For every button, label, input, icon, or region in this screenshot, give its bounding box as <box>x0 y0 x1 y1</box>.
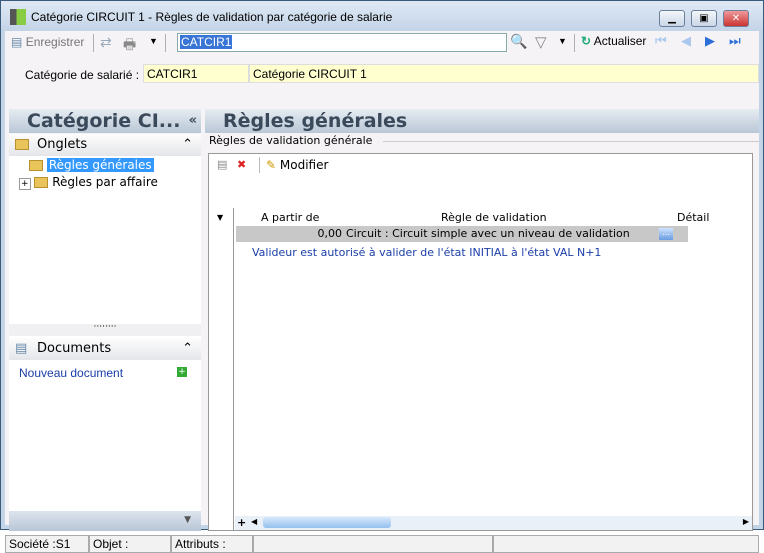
status-panel <box>493 535 759 553</box>
category-label: Catégorie de salarié : <box>25 68 140 82</box>
separator <box>93 34 94 52</box>
sidebar: Onglets ⌃ Règles générales + Règles par a… <box>9 134 201 531</box>
expand-icon[interactable]: + <box>19 178 31 190</box>
sidebar-title-text: Catégorie CI... <box>27 110 181 132</box>
cell-rule: Circuit : Circuit simple avec un niveau … <box>346 227 630 240</box>
group-label: Règles de validation générale <box>209 134 373 147</box>
refresh-label: Actualiser <box>593 34 647 48</box>
separator <box>165 34 166 52</box>
save-icon: ▤ <box>11 35 23 49</box>
tree-item-regles-generales[interactable]: Règles générales <box>29 158 154 172</box>
add-document-icon[interactable]: + <box>177 367 187 377</box>
row-detail-text: Valideur est autorisé à valider de l'éta… <box>252 246 602 259</box>
filter-dropdown-icon[interactable]: ▼ <box>558 36 567 46</box>
status-object: Objet : <box>89 535 171 553</box>
save-label: Enregistrer <box>25 35 85 49</box>
toolbar: ▤ Enregistrer ⇄ 🖶 ▼ CATCIR1 🔍 ▽ ▼ ↻ Actu… <box>5 31 759 55</box>
sidebar-title: Catégorie CI... « <box>9 109 201 133</box>
onglets-header[interactable]: Onglets ⌃ <box>9 134 201 156</box>
column-header-detail[interactable]: Détail <box>677 211 709 224</box>
documents-label: Documents <box>37 341 112 356</box>
status-attributes: Attributs : <box>171 535 253 553</box>
search-icon[interactable]: 🔍 <box>510 33 527 50</box>
status-company: Société :S1 <box>5 535 89 553</box>
category-name-field[interactable]: Catégorie CIRCUIT 1 <box>249 64 759 83</box>
print-dropdown-icon[interactable]: ▼ <box>149 36 158 46</box>
sidebar-footer: ▼ <box>9 511 201 531</box>
sync-icon[interactable]: ⇄ <box>100 34 112 51</box>
folder-icon <box>15 139 29 150</box>
modify-button[interactable]: ✎ Modifier <box>266 158 328 172</box>
chevron-down-icon[interactable]: ▼ <box>184 515 191 525</box>
status-bar: Société :S1 Objet : Attributs : <box>5 535 759 553</box>
main-title: Règles générales <box>205 109 759 133</box>
rules-grid: ▤ ✖ ✎ Modifier ▼ A partir de Règle de va… <box>208 153 753 531</box>
delete-icon[interactable]: ✖ <box>237 158 246 171</box>
column-header-rule[interactable]: Règle de validation <box>441 211 547 224</box>
window-title: Catégorie CIRCUIT 1 - Règles de validati… <box>31 10 393 24</box>
new-icon[interactable]: ▤ <box>217 158 227 171</box>
edit-icon: ✎ <box>266 158 277 172</box>
title-bar: Catégorie CIRCUIT 1 - Règles de validati… <box>1 1 763 31</box>
table-row[interactable]: 0,00 Circuit : Circuit simple avec un ni… <box>236 226 688 242</box>
modify-label: Modifier <box>279 158 329 172</box>
separator <box>574 34 575 52</box>
add-row-icon[interactable]: + <box>237 516 246 529</box>
next-record-icon[interactable]: ▶ <box>705 33 715 49</box>
collapse-chevron-icon[interactable]: ⌃ <box>182 137 193 152</box>
search-input[interactable]: CATCIR1 <box>177 33 507 52</box>
save-button[interactable]: ▤ Enregistrer <box>11 35 84 49</box>
onglets-label: Onglets <box>37 137 88 152</box>
separator <box>259 157 260 173</box>
open-folder-icon <box>29 160 43 171</box>
maximize-button[interactable]: ▣ <box>691 10 717 27</box>
refresh-button[interactable]: ↻ Actualiser <box>581 34 646 48</box>
status-panel <box>253 535 493 553</box>
horizontal-scrollbar[interactable]: + ◀ ▶ <box>235 516 752 530</box>
close-button[interactable]: ✕ <box>723 10 749 27</box>
new-document-link[interactable]: Nouveau document <box>19 366 123 380</box>
group-line <box>383 141 759 142</box>
client-area: ▤ Enregistrer ⇄ 🖶 ▼ CATCIR1 🔍 ▽ ▼ ↻ Actu… <box>5 31 759 553</box>
refresh-icon: ↻ <box>581 34 592 48</box>
search-value: CATCIR1 <box>180 35 233 49</box>
column-header-from[interactable]: A partir de <box>261 211 319 224</box>
category-code-field[interactable]: CATCIR1 <box>143 64 249 83</box>
folder-icon <box>34 177 49 188</box>
first-record-icon[interactable]: ⏮ <box>655 33 667 49</box>
filter-icon[interactable]: ▽ <box>535 33 547 51</box>
tree-item-label: Règles générales <box>46 158 154 172</box>
app-icon <box>10 9 26 25</box>
collapse-chevron-icon[interactable]: ⌃ <box>182 341 193 356</box>
scroll-left-icon[interactable]: ◀ <box>251 517 257 526</box>
scroll-right-icon[interactable]: ▶ <box>743 517 749 526</box>
documents-header[interactable]: ▤ Documents ⌃ <box>9 338 201 360</box>
last-record-icon[interactable]: ⏭ <box>729 33 741 49</box>
previous-record-icon[interactable]: ◀ <box>681 33 691 49</box>
row-indicator-column <box>209 208 234 531</box>
cell-from: 0,00 <box>317 227 343 240</box>
print-icon[interactable]: 🖶 <box>123 34 136 58</box>
document-icon: ▤ <box>15 341 28 356</box>
scroll-thumb[interactable] <box>263 517 391 528</box>
detail-button[interactable]: ... <box>659 228 673 240</box>
splitter-handle[interactable]: ········ <box>9 323 201 336</box>
tree-item-regles-par-affaire[interactable]: + Règles par affaire <box>19 175 158 190</box>
collapse-sidebar-button[interactable]: « <box>189 109 197 133</box>
tree-item-label: Règles par affaire <box>52 175 158 189</box>
window: Catégorie CIRCUIT 1 - Règles de validati… <box>0 0 764 553</box>
minimize-button[interactable]: ▁ <box>659 10 685 27</box>
column-menu-icon[interactable]: ▼ <box>217 213 223 222</box>
